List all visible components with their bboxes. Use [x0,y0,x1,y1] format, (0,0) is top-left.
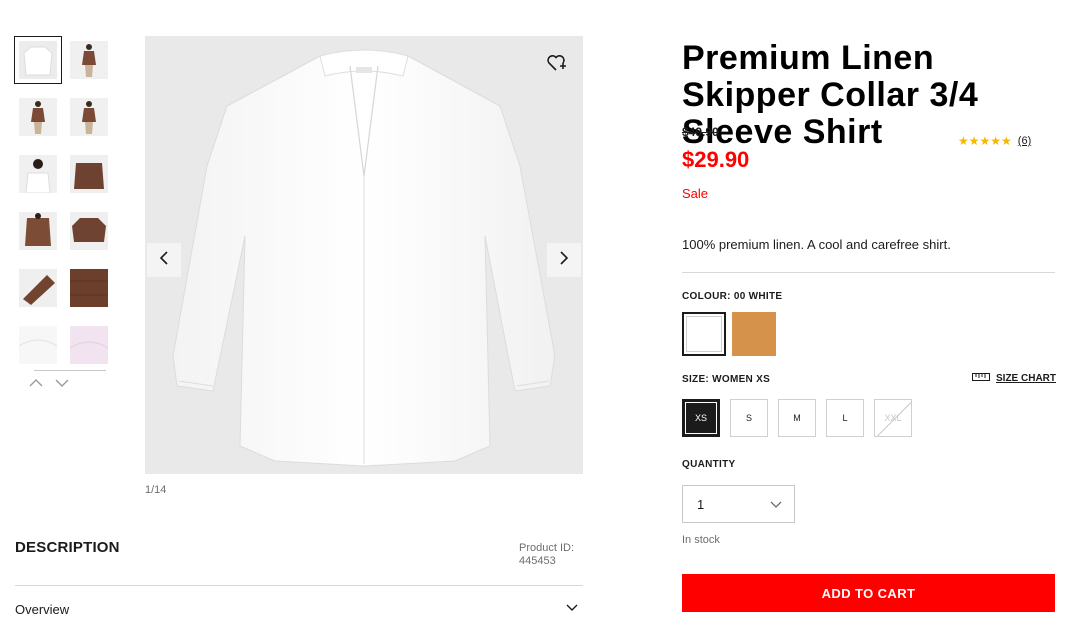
size-chart-link[interactable]: SIZE CHART [972,373,1056,384]
product-blurb: 100% premium linen. A cool and carefree … [682,237,951,252]
chevron-down-icon[interactable] [565,600,579,614]
colour-label: COLOUR: 00 WHITE [682,291,783,302]
sale-badge: Sale [682,186,709,201]
thumbnail-image [70,98,108,136]
thumbnail-column [14,36,110,369]
colour-swatch[interactable] [732,312,776,356]
thumbnail-brown-detail[interactable] [65,150,113,198]
rating[interactable]: ★★★★★ (6) [958,134,1031,148]
thumbnail-brown-fabric-detail[interactable] [65,264,113,312]
thumbnail-brown-model-full[interactable] [65,93,113,141]
thumbnail-brown-sleeve-detail[interactable] [14,264,62,312]
product-id: Product ID: 445453 [519,542,574,568]
colour-swatch[interactable] [682,312,726,356]
swatch-fill [732,312,776,356]
thumbnail-brown-shirt-flat[interactable] [65,207,113,255]
thumbnail-image [70,41,108,79]
thumbnail-image [70,326,108,364]
quantity-select[interactable]: 1 [682,485,795,523]
size-options: XS S M L XXL [682,399,912,437]
chevron-up-icon[interactable] [28,375,44,391]
main-product-image[interactable] [145,36,583,474]
thumbnail-image [70,269,108,307]
prev-image-button[interactable] [147,243,181,277]
chevron-left-icon [158,250,170,271]
review-count-link[interactable]: (6) [1018,135,1031,147]
thumbnail-image [70,155,108,193]
thumbnail-image [19,155,57,193]
product-id-value: 445453 [519,555,556,567]
product-id-label: Product ID: [519,542,575,554]
stock-status: In stock [682,534,720,546]
thumbnail-image [70,212,108,250]
thumbnail-image [19,41,57,79]
sale-price: $29.90 [682,147,750,172]
size-label: SIZE: WOMEN XS [682,374,771,385]
image-counter: 1/14 [145,484,167,496]
size-option-xxl: XXL [874,399,912,437]
ruler-icon [972,373,990,384]
thumbnail-white-shirt-flat[interactable] [14,36,62,84]
size-option-xs[interactable]: XS [682,399,720,437]
thumbnail-brown-model-full[interactable] [65,36,113,84]
size-option-m[interactable]: M [778,399,816,437]
swatch-fill [686,316,722,352]
white-shirt-image [172,49,556,467]
chevron-right-icon [558,250,570,271]
size-chart-label: SIZE CHART [996,373,1056,384]
description-heading: DESCRIPTION [15,539,120,556]
description-divider [15,585,583,586]
thumbnail-white-fabric-detail[interactable] [14,321,62,369]
thumbnail-grid [14,36,110,369]
thumbnail-white-model-half[interactable] [14,150,62,198]
quantity-value: 1 [697,496,705,512]
thumbnail-brown-model-full[interactable] [14,93,62,141]
quantity-label: QUANTITY [682,459,736,470]
overview-toggle[interactable]: Overview [15,602,69,617]
chevron-down-icon [770,497,782,512]
thumbnail-divider [34,370,106,371]
thumbnail-image [19,98,57,136]
divider [682,272,1055,273]
thumbnail-brown-model-half[interactable] [14,207,62,255]
add-to-cart-button[interactable]: ADD TO CART [682,574,1055,612]
thumbnail-nav [28,375,70,391]
size-option-s[interactable]: S [730,399,768,437]
original-price: $49.90 [682,125,719,139]
thumbnail-image [19,269,57,307]
thumbnail-pink-fabric-detail[interactable] [65,321,113,369]
thumbnail-image [19,326,57,364]
heart-plus-icon[interactable] [545,52,567,74]
size-option-l[interactable]: L [826,399,864,437]
chevron-down-icon[interactable] [54,375,70,391]
colour-swatches [682,312,776,356]
next-image-button[interactable] [547,243,581,277]
star-rating-icon: ★★★★★ [958,134,1012,148]
thumbnail-image [19,212,57,250]
